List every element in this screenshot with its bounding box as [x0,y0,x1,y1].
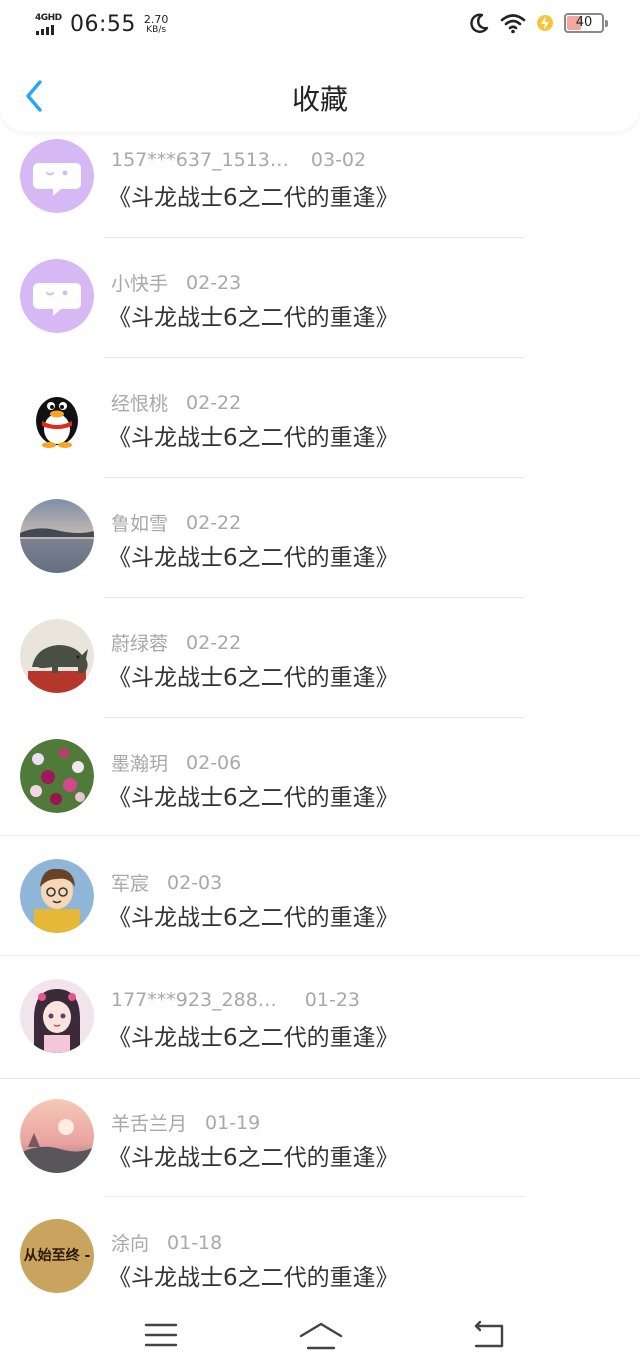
item-meta: 经恨桃 02-22 [111,389,241,416]
avatar[interactable] [20,859,94,933]
item-title[interactable]: 《斗龙战士6之二代的重逢》 [108,298,399,332]
list-item[interactable]: 鲁如雪 02-22 《斗龙战士6之二代的重逢》 [0,491,640,611]
item-date: 02-03 [167,871,223,894]
user-name: 经恨桃 [111,393,169,415]
item-meta: 墨瀚玥 02-06 [111,749,241,776]
user-name: 羊舌兰月 [111,1113,188,1135]
battery-icon: 40 [564,13,608,33]
item-date: 02-22 [186,631,242,654]
item-title[interactable]: 《斗龙战士6之二代的重逢》 [108,538,399,572]
avatar-badge-text: 从始至终 - [23,1248,91,1264]
item-title[interactable]: 《斗龙战士6之二代的重逢》 [108,418,399,452]
list-item[interactable]: 羊舌兰月 01-19 《斗龙战士6之二代的重逢》 [0,1091,640,1211]
item-meta: 鲁如雪 02-22 [111,509,241,536]
item-date: 02-22 [186,391,242,414]
item-date: 01-19 [205,1111,261,1134]
battery-level: 40 [575,15,593,30]
list-item[interactable]: 经恨桃 02-22 《斗龙战士6之二代的重逢》 [0,371,640,491]
list-item[interactable]: 蔚绿蓉 02-22 《斗龙战士6之二代的重逢》 [0,611,640,731]
status-right: 40 [468,12,608,34]
favorites-list: 157***637_1513… 03-02 《斗龙战士6之二代的重逢》 小快手 … [0,131,640,1331]
item-meta: 蔚绿蓉 02-22 [111,629,241,656]
user-name: 鲁如雪 [111,513,169,535]
user-name: 177***923_288… [111,989,277,1011]
avatar[interactable] [20,619,94,693]
item-title[interactable]: 《斗龙战士6之二代的重逢》 [108,1138,399,1172]
divider [0,955,640,956]
avatar[interactable] [20,979,94,1053]
home-button[interactable] [298,1318,344,1352]
header-bar: 收藏 [0,52,640,132]
item-title[interactable]: 《斗龙战士6之二代的重逢》 [108,1018,399,1052]
avatar[interactable] [20,739,94,813]
item-meta: 177***923_288… 01-23 [111,989,360,1011]
speed-unit: KB/s [146,24,167,35]
back-icon [474,1320,504,1348]
status-time: 06:55 [70,12,136,37]
item-meta: 羊舌兰月 01-19 [111,1109,260,1136]
charging-bolt-icon [537,15,553,31]
item-date: 02-23 [186,271,242,294]
user-name: 涂向 [111,1233,150,1255]
list-item[interactable]: 军宸 02-03 《斗龙战士6之二代的重逢》 [0,851,640,971]
speed-value: 2.70 [143,12,169,26]
avatar[interactable] [20,259,94,333]
item-date: 02-22 [186,511,242,534]
item-title[interactable]: 《斗龙战士6之二代的重逢》 [108,778,399,812]
item-meta: 小快手 02-23 [111,269,241,296]
item-title[interactable]: 《斗龙战士6之二代的重逢》 [108,658,399,692]
item-title[interactable]: 《斗龙战士6之二代的重逢》 [108,898,399,932]
home-icon [299,1322,343,1350]
divider [0,1078,640,1079]
item-title[interactable]: 《斗龙战士6之二代的重逢》 [108,1258,399,1292]
wifi-icon [500,14,526,34]
bottom-nav [0,1300,640,1372]
item-title[interactable]: 《斗龙战士6之二代的重逢》 [108,178,399,212]
menu-icon [144,1323,178,1347]
list-item[interactable]: 177***923_288… 01-23 《斗龙战士6之二代的重逢》 [0,971,640,1091]
user-name: 157***637_1513… [111,149,289,171]
network-type: 4GHD [35,12,62,23]
status-bar: 4GHD 06:55 2.70 KB/s 40 [0,0,640,52]
item-date: 01-18 [167,1231,223,1254]
divider [104,237,524,238]
item-date: 01-23 [304,989,361,1011]
status-left: 4GHD 06:55 2.70 KB/s [34,12,168,37]
item-meta: 157***637_1513… 03-02 [111,149,366,171]
back-nav-button[interactable] [470,1318,510,1352]
item-date: 02-06 [186,751,242,774]
divider [104,597,524,598]
list-item[interactable]: 墨瀚玥 02-06 《斗龙战士6之二代的重逢》 [0,731,640,851]
moon-icon [470,13,489,33]
divider [104,1196,524,1197]
divider [0,835,640,836]
avatar[interactable]: 从始至终 - [20,1219,94,1293]
user-name: 蔚绿蓉 [111,633,169,655]
page-title: 收藏 [291,83,348,116]
user-name: 墨瀚玥 [111,753,169,775]
divider [104,717,524,718]
avatar[interactable] [20,1099,94,1173]
avatar[interactable] [20,379,94,453]
network-speed: 2.70 KB/s [144,14,169,36]
item-meta: 涂向 01-18 [111,1229,222,1256]
list-item[interactable]: 157***637_1513… 03-02 《斗龙战士6之二代的重逢》 [0,131,640,251]
user-name: 小快手 [111,273,169,295]
signal-icon: 4GHD [34,13,62,37]
divider [104,477,524,478]
divider [104,357,524,358]
list-item[interactable]: 小快手 02-23 《斗龙战士6之二代的重逢》 [0,251,640,371]
avatar[interactable] [20,139,94,213]
item-date: 03-02 [310,149,367,171]
menu-button[interactable] [142,1318,182,1352]
item-meta: 军宸 02-03 [111,869,222,896]
avatar[interactable] [20,499,94,573]
user-name: 军宸 [111,873,150,895]
